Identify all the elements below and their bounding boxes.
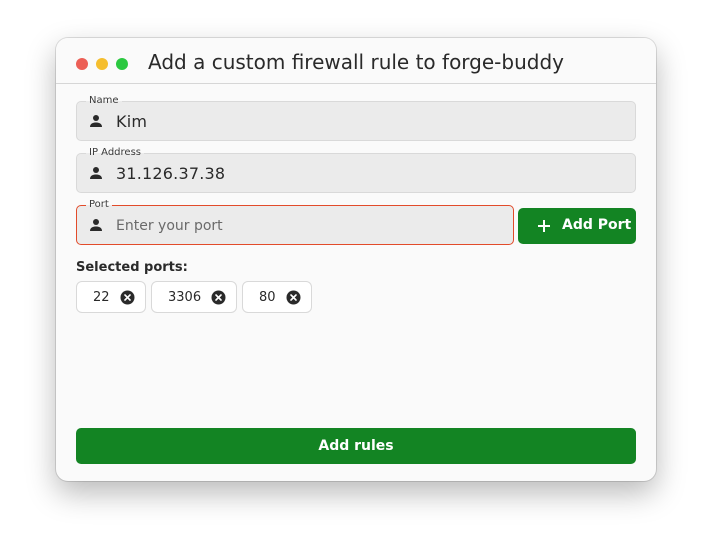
ip-address-field-label: IP Address [86,146,144,160]
port-chip-value: 80 [259,290,276,305]
title-bar: Add a custom firewall rule to forge-budd… [56,38,656,84]
name-field-label: Name [86,94,122,108]
port-chip-value: 3306 [168,290,202,305]
add-rules-button[interactable]: Add rules [76,428,636,464]
remove-port-icon[interactable] [120,290,135,305]
person-icon [90,167,102,179]
port-chip: 80 [242,281,312,313]
remove-port-icon[interactable] [286,290,301,305]
add-port-button[interactable]: Add Port [518,208,636,244]
add-port-button-label: Add Port [562,217,632,233]
port-input[interactable] [116,215,496,237]
plus-icon [538,220,550,232]
window-title: Add a custom firewall rule to forge-budd… [148,50,564,74]
person-icon [90,115,102,127]
ip-address-field[interactable]: IP Address 31.126.37.38 [76,146,636,193]
ip-address-field-value: 31.126.37.38 [116,164,226,183]
selected-ports-heading: Selected ports: [76,260,188,275]
person-icon [90,219,102,231]
port-chip-value: 22 [93,290,110,305]
remove-port-icon[interactable] [211,290,226,305]
port-chip: 22 [76,281,146,313]
dialog-window: Add a custom firewall rule to forge-budd… [56,38,656,481]
port-field[interactable]: Port [76,198,514,245]
name-field[interactable]: Name Kim [76,94,636,141]
port-chip: 3306 [151,281,237,313]
name-field-value: Kim [116,112,148,131]
port-field-label: Port [86,198,112,212]
